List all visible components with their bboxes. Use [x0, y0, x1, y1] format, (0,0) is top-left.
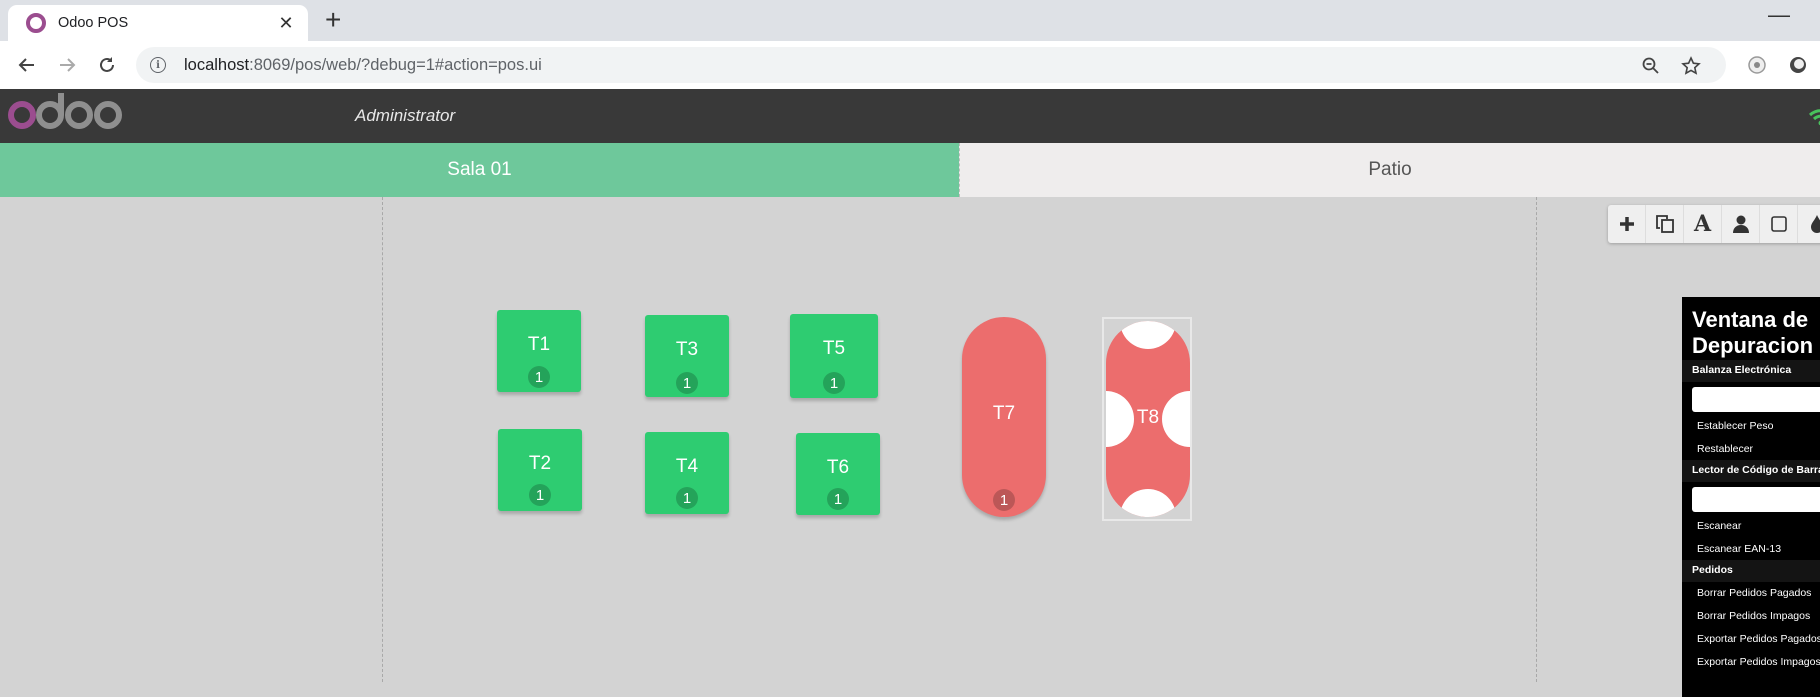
- barcode-section-header: Lector de Código de Barras: [1682, 460, 1820, 482]
- debug-title: Ventana de Depuracion: [1692, 307, 1820, 359]
- guest-count-badge: 1: [676, 487, 698, 509]
- table-name: T1: [497, 334, 581, 356]
- guest-count-badge: 1: [676, 372, 698, 394]
- table-t6[interactable]: T6 1: [796, 433, 880, 515]
- table-t7[interactable]: T7 1: [962, 317, 1046, 517]
- close-icon[interactable]: ✕: [276, 13, 296, 34]
- bookmark-star-icon[interactable]: [1676, 51, 1706, 81]
- favicon-icon: [26, 13, 46, 33]
- profile-icon[interactable]: [1788, 55, 1808, 75]
- pos-header: Administrator: [0, 89, 1820, 143]
- table-t3[interactable]: T3 1: [645, 315, 729, 397]
- scan-button[interactable]: Escanear: [1692, 515, 1820, 537]
- table-t4[interactable]: T4 1: [645, 432, 729, 514]
- chair: [1120, 489, 1176, 517]
- guest-count-badge: 1: [993, 489, 1015, 511]
- floor-tab-patio[interactable]: Patio: [959, 143, 1820, 197]
- minimize-icon[interactable]: —: [1768, 2, 1790, 28]
- rename-text-icon[interactable]: A: [1684, 205, 1722, 243]
- reset-button[interactable]: Restablecer: [1692, 438, 1820, 460]
- delete-unpaid-orders-button[interactable]: Borrar Pedidos Impagos: [1692, 605, 1820, 627]
- back-icon[interactable]: [10, 48, 44, 82]
- chair: [1120, 321, 1176, 349]
- export-unpaid-orders-button[interactable]: Exportar Pedidos Impagos: [1692, 651, 1820, 673]
- new-tab-icon[interactable]: +: [325, 5, 341, 35]
- floor-edit-toolbar: A: [1608, 205, 1820, 243]
- wifi-icon: [1806, 101, 1820, 132]
- floor-tab-label: Sala 01: [447, 159, 511, 181]
- set-weight-button[interactable]: Establecer Peso: [1692, 415, 1820, 437]
- floor-selector: Sala 01 Patio: [0, 143, 1820, 197]
- copy-icon[interactable]: [1646, 205, 1684, 243]
- table-name: T2: [498, 453, 582, 475]
- guest-count-badge: 1: [827, 488, 849, 510]
- table-t2[interactable]: T2 1: [498, 429, 582, 511]
- extension-icon[interactable]: [1747, 55, 1767, 75]
- floor-guide-line: [382, 197, 383, 682]
- debug-window: Ventana de Depuracion Balanza Electrónic…: [1682, 297, 1820, 697]
- table-name: T6: [796, 457, 880, 479]
- scale-section-header: Balanza Electrónica: [1682, 360, 1820, 382]
- barcode-input[interactable]: [1692, 487, 1820, 512]
- table-name: T3: [645, 339, 729, 361]
- export-paid-orders-button[interactable]: Exportar Pedidos Pagados: [1692, 628, 1820, 650]
- delete-paid-orders-button[interactable]: Borrar Pedidos Pagados: [1692, 582, 1820, 604]
- browser-toolbar: i localhost:8069/pos/web/?debug=1#action…: [0, 41, 1820, 89]
- forward-icon[interactable]: [50, 48, 84, 82]
- site-info-icon[interactable]: i: [150, 57, 166, 73]
- seats-person-icon[interactable]: [1722, 205, 1760, 243]
- table-t8[interactable]: T8: [1106, 321, 1190, 517]
- cashier-name[interactable]: Administrator: [355, 106, 455, 126]
- address-bar[interactable]: i localhost:8069/pos/web/?debug=1#action…: [136, 47, 1726, 83]
- zoom-out-icon[interactable]: [1636, 51, 1666, 81]
- reload-icon[interactable]: [90, 48, 124, 82]
- guest-count-badge: 1: [823, 372, 845, 394]
- weight-input[interactable]: [1692, 387, 1820, 412]
- tab-title: Odoo POS: [58, 15, 276, 31]
- color-drop-icon[interactable]: [1798, 205, 1820, 243]
- odoo-logo: [8, 93, 138, 138]
- table-name: T5: [790, 338, 878, 360]
- table-name: T8: [1106, 407, 1190, 429]
- guest-count-badge: 1: [528, 366, 550, 388]
- orders-section-header: Pedidos: [1682, 560, 1820, 582]
- table-t5[interactable]: T5 1: [790, 314, 878, 398]
- scan-ean13-button[interactable]: Escanear EAN-13: [1692, 538, 1820, 560]
- plus-icon[interactable]: [1608, 205, 1646, 243]
- table-name: T7: [962, 403, 1046, 425]
- floor-tab-sala-01[interactable]: Sala 01: [0, 143, 959, 197]
- floor-tab-label: Patio: [1368, 159, 1411, 181]
- table-t1[interactable]: T1 1: [497, 310, 581, 392]
- browser-tab-strip: Odoo POS ✕ + —: [0, 0, 1820, 41]
- shape-square-icon[interactable]: [1760, 205, 1798, 243]
- floor-guide-line: [1536, 197, 1537, 682]
- guest-count-badge: 1: [529, 484, 551, 506]
- table-name: T4: [645, 456, 729, 478]
- url-text[interactable]: localhost:8069/pos/web/?debug=1#action=p…: [184, 56, 542, 75]
- floor-map[interactable]: T1 1 T3 1 T5 1 T2 1 T4 1 T6 1 T7 1 T8: [0, 197, 1820, 682]
- browser-tab[interactable]: Odoo POS ✕: [8, 5, 308, 41]
